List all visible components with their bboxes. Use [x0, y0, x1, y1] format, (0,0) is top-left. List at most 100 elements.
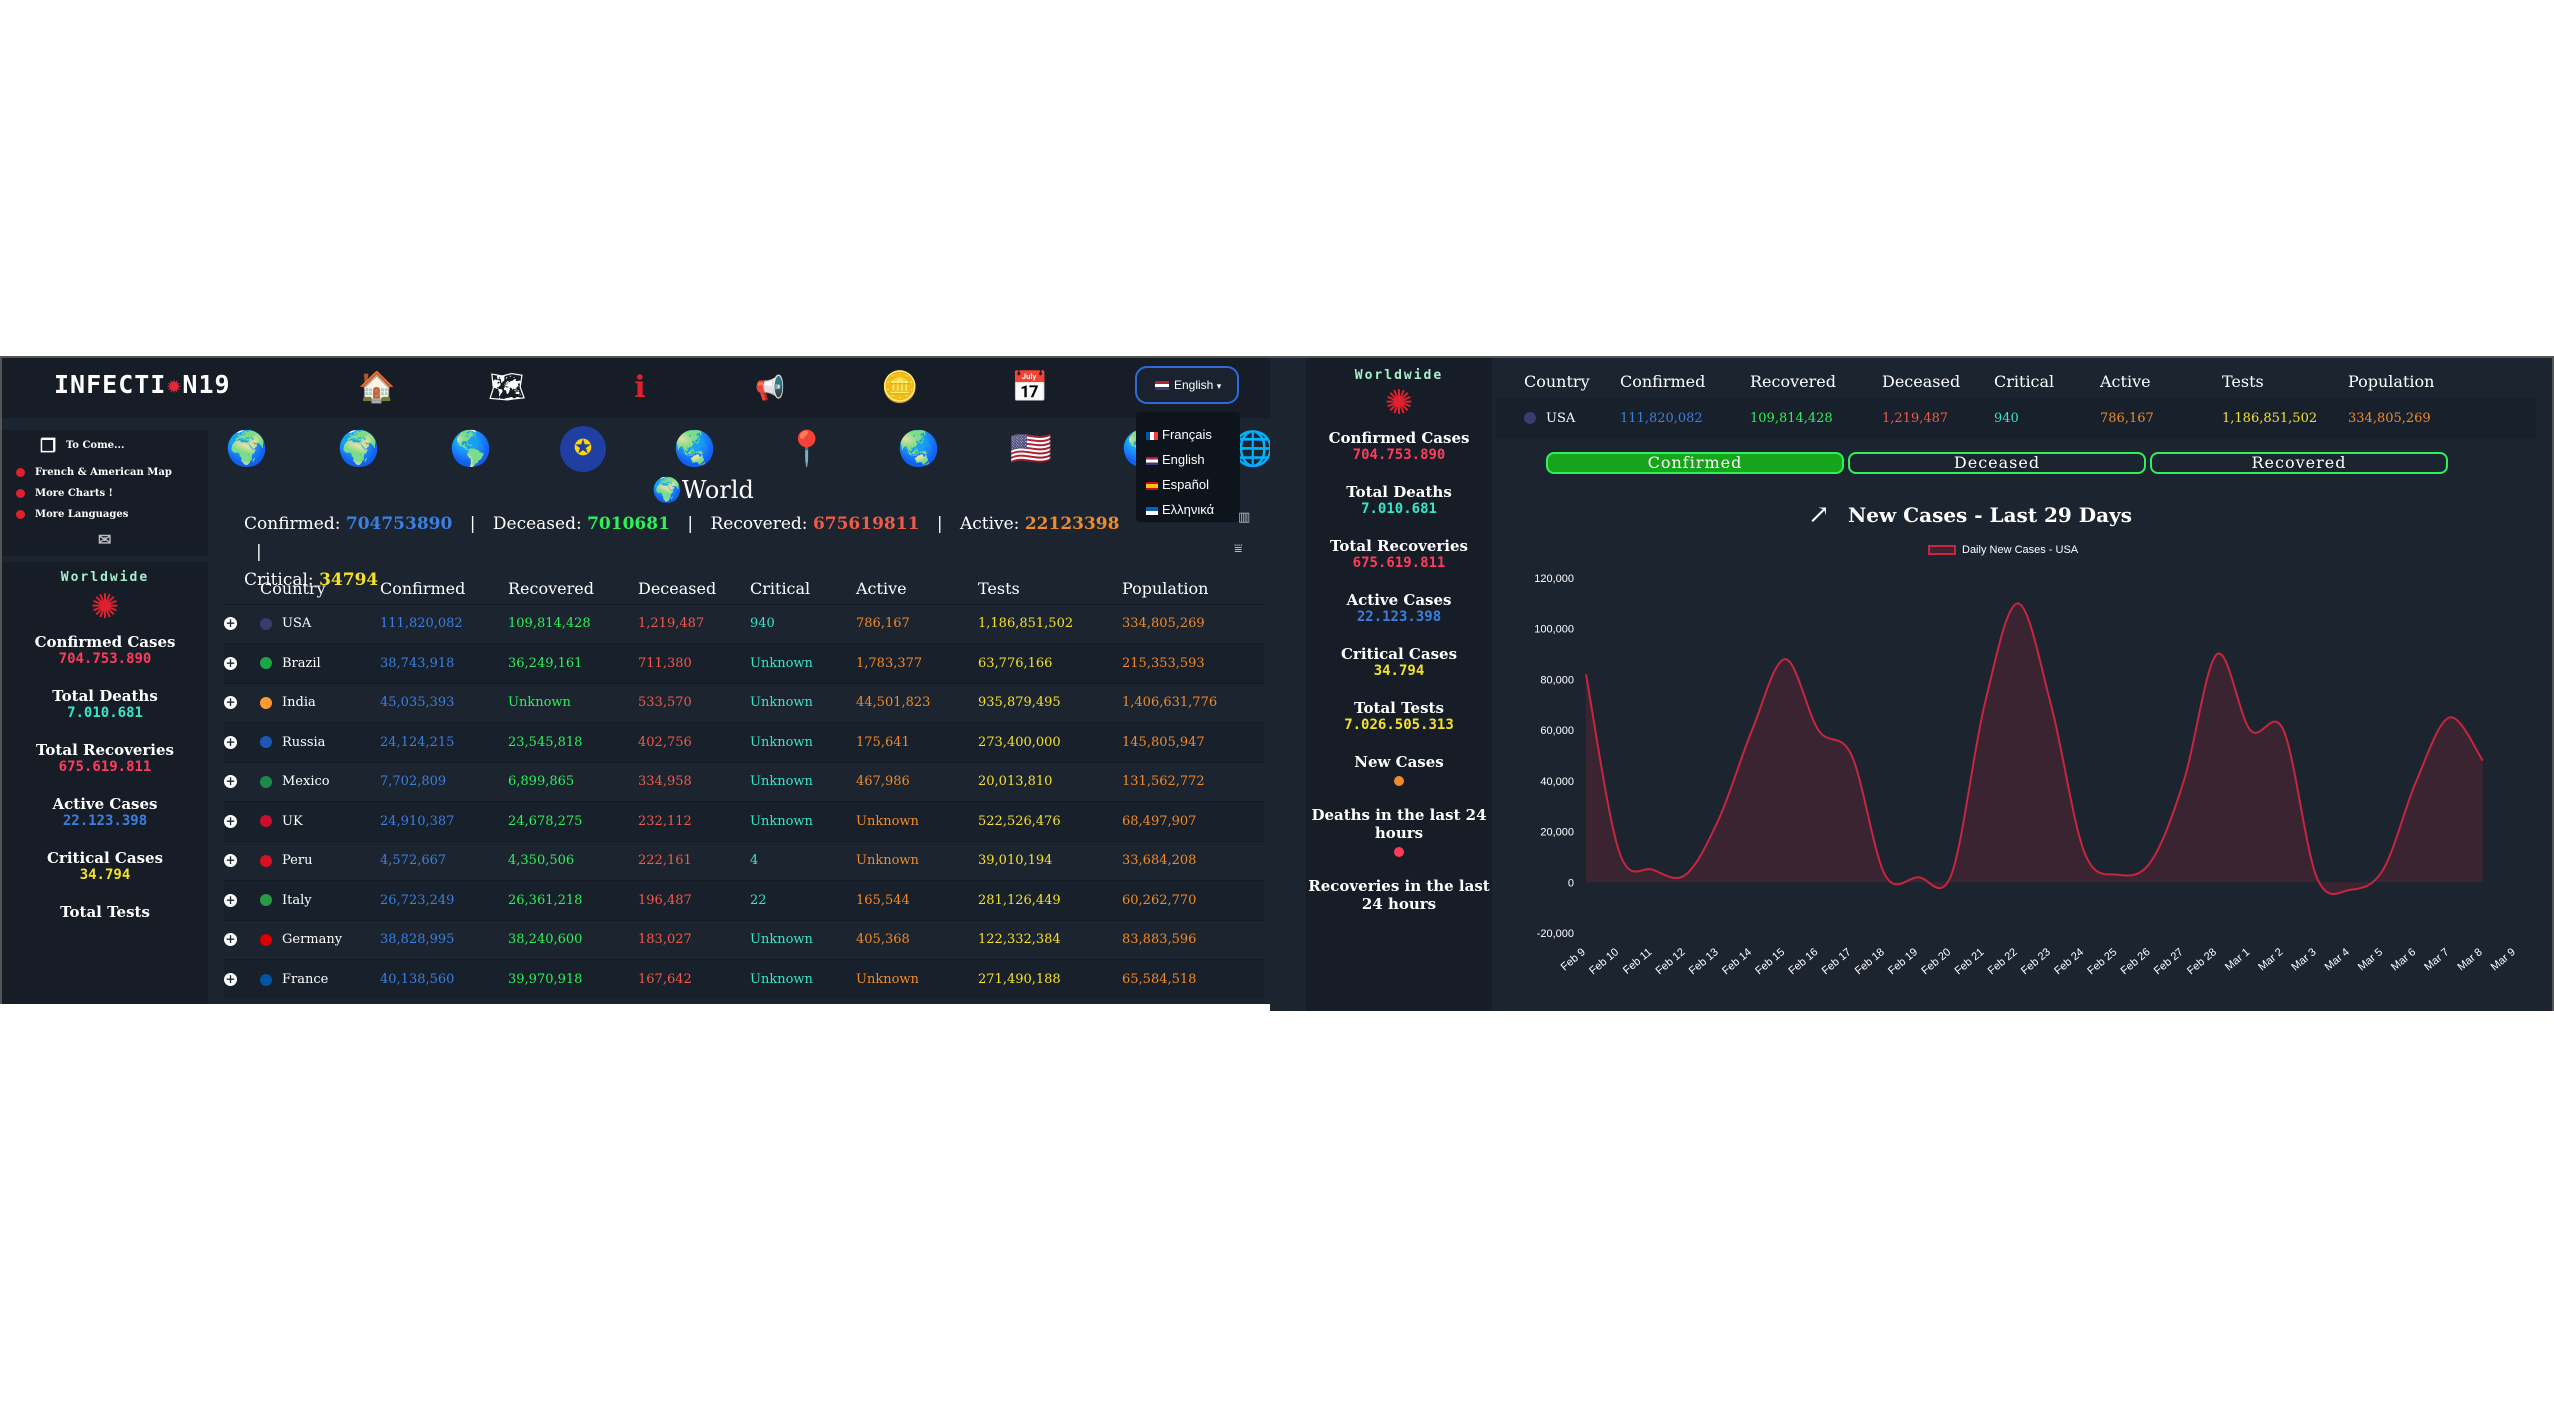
x-tick-label: Feb 28: [2185, 946, 2219, 977]
south-america-icon[interactable]: 🌎: [448, 426, 494, 472]
info-icon[interactable]: ℹ: [620, 368, 660, 408]
recovered-cell: 6,899,865: [508, 774, 575, 790]
column-header-recovered[interactable]: Recovered: [508, 574, 638, 604]
column-header-recovered[interactable]: Recovered: [1750, 364, 1882, 398]
x-tick-label: Feb 11: [1621, 946, 1654, 977]
total-recoveries-value: 675.619.811: [1352, 555, 1446, 571]
asia-icon[interactable]: 🌏: [672, 426, 718, 472]
expand-plus-icon[interactable]: +: [224, 735, 237, 749]
table-row[interactable]: USA 111,820,082 109,814,428 1,219,487 94…: [1496, 398, 2536, 438]
expand-plus-icon[interactable]: +: [224, 893, 237, 907]
africa-icon[interactable]: 🌍: [336, 426, 382, 472]
critical-cell: Unknown: [750, 695, 813, 711]
language-option-espanol[interactable]: Español: [1136, 472, 1240, 497]
column-header-confirmed[interactable]: Confirmed: [1620, 364, 1750, 398]
expand-plus-icon[interactable]: +: [224, 854, 237, 868]
language-option-greek[interactable]: Ελληνικά: [1136, 497, 1240, 522]
usa-flag-map-icon[interactable]: 🇺🇸: [1008, 426, 1054, 472]
column-header-confirmed[interactable]: Confirmed: [380, 574, 508, 604]
language-option-francais[interactable]: Français: [1136, 422, 1240, 447]
tab-recovered[interactable]: Recovered: [2150, 452, 2448, 474]
language-label: Ελληνικά: [1162, 502, 1215, 517]
globe-icon[interactable]: 🌍: [224, 426, 270, 472]
language-option-english[interactable]: English: [1136, 447, 1240, 472]
critical-cell: 4: [750, 853, 759, 869]
expand-plus-icon[interactable]: +: [224, 973, 237, 986]
expand-plus-icon[interactable]: +: [224, 775, 237, 789]
table-row[interactable]: + Germany 38,828,995 38,240,600 183,027 Unkno…: [224, 920, 1264, 960]
calendar-icon[interactable]: 📅: [1010, 368, 1050, 408]
tab-confirmed[interactable]: Confirmed: [1546, 452, 1844, 474]
country-flag-icon: [260, 854, 272, 867]
confirmed-cell: 4,572,667: [380, 853, 447, 869]
column-header-critical[interactable]: Critical: [1994, 364, 2100, 398]
country-cell: Italy: [260, 881, 380, 921]
chart-legend[interactable]: Daily New Cases - USA: [1928, 544, 2078, 556]
filter-icon[interactable]: ⩸: [1234, 541, 1243, 557]
europe-icon[interactable]: ✪: [560, 426, 606, 472]
bullet-icon: [16, 489, 25, 498]
language-select[interactable]: English ▾: [1135, 366, 1239, 404]
column-header-population[interactable]: Population: [1122, 574, 1264, 604]
bars-icon[interactable]: ▥: [1238, 510, 1250, 525]
coins-icon[interactable]: 🪙: [880, 368, 920, 408]
map-pin-icon[interactable]: 📍: [784, 426, 830, 472]
tests-cell: 39,010,194: [978, 853, 1053, 869]
y-tick-label: 80,000: [1540, 674, 1574, 686]
menu-item-french-american-map[interactable]: French & American Map: [16, 464, 172, 482]
mail-icon[interactable]: ✉: [98, 530, 111, 549]
column-header-population[interactable]: Population: [2348, 364, 2536, 398]
app-logo[interactable]: INFECTI✹N19: [54, 370, 231, 399]
table-row[interactable]: + Russia 24,124,215 23,545,818 402,756 Unknow…: [224, 722, 1264, 762]
table-row[interactable]: + USA 111,820,082 109,814,428 1,219,487 940 78…: [224, 604, 1264, 644]
recovered-cell: 36,249,161: [508, 655, 583, 671]
main-dashboard-panel: INFECTI✹N19 🏠 🗺 ℹ 📢 🪙 📅 English ▾ 🌍 🌍 🌎 …: [0, 356, 1270, 1004]
confirmed-cell: 111,820,082: [1620, 410, 1703, 426]
column-header-active[interactable]: Active: [856, 574, 978, 604]
world-deceased-label: Deceased:: [492, 514, 582, 534]
table-row[interactable]: + Brazil 38,743,918 36,249,161 711,380 Unknow…: [224, 643, 1264, 683]
x-tick-label: Feb 24: [2052, 946, 2086, 977]
column-header-country[interactable]: Country: [260, 574, 380, 604]
x-tick-label: Mar 9: [2489, 946, 2518, 973]
language-label: Français: [1162, 427, 1212, 442]
expand-plus-icon[interactable]: +: [224, 617, 237, 631]
column-header-country[interactable]: Country: [1496, 364, 1620, 398]
oceania-icon[interactable]: 🌏: [896, 426, 942, 472]
column-header-tests[interactable]: Tests: [2222, 364, 2348, 398]
table-row[interactable]: + France 40,138,560 39,970,918 167,642 Unknow…: [224, 959, 1264, 999]
table-row[interactable]: + India 45,035,393 Unknown 533,570 Unknown 44,…: [224, 683, 1264, 723]
legend-label: Daily New Cases - USA: [1962, 544, 2079, 556]
expand-plus-icon[interactable]: +: [224, 656, 237, 670]
column-header-deceased[interactable]: Deceased: [638, 574, 750, 604]
table-row[interactable]: + Mexico 7,702,809 6,899,865 334,958 Unknown 4…: [224, 762, 1264, 802]
column-header-tests[interactable]: Tests: [978, 574, 1122, 604]
table-row[interactable]: + UK 24,910,387 24,678,275 232,112 Unknown Unk…: [224, 801, 1264, 841]
map-icon[interactable]: 🗺: [487, 368, 527, 408]
home-icon[interactable]: 🏠: [357, 368, 397, 408]
deceased-cell: 533,570: [638, 695, 692, 711]
tab-deceased[interactable]: Deceased: [1848, 452, 2146, 474]
tests-cell: 1,186,851,502: [978, 616, 1074, 632]
confirmed-cell: 24,124,215: [380, 734, 455, 750]
x-tick-label: Mar 8: [2455, 946, 2484, 973]
table-row[interactable]: + Peru 4,572,667 4,350,506 222,161 4 Unknown 39…: [224, 841, 1264, 881]
critical-cases-value: 34.794: [79, 867, 131, 883]
expand-plus-icon[interactable]: +: [224, 933, 237, 947]
menu-item-more-languages[interactable]: More Languages: [16, 506, 128, 524]
country-cell: India: [260, 683, 380, 723]
column-header-deceased[interactable]: Deceased: [1882, 364, 1994, 398]
active-cell: Unknown: [856, 853, 919, 869]
menu-item-more-charts[interactable]: More Charts !: [16, 485, 113, 503]
expand-plus-icon[interactable]: +: [224, 814, 237, 828]
language-label: Español: [1162, 477, 1209, 492]
to-come-menu: ❐ To Come... French & American Map More …: [2, 430, 208, 556]
worldwide-stats-sidebar: Worldwide ✺ Confirmed Cases 704.753.890 …: [2, 562, 208, 1004]
bullet-icon: [16, 510, 25, 519]
megaphone-icon[interactable]: 📢: [750, 368, 790, 408]
expand-plus-icon[interactable]: +: [224, 696, 237, 710]
column-header-critical[interactable]: Critical: [750, 574, 856, 604]
x-tick-label: Mar 5: [2356, 946, 2385, 973]
table-row[interactable]: + Italy 26,723,249 26,361,218 196,487 22 165,5…: [224, 880, 1264, 921]
column-header-active[interactable]: Active: [2100, 364, 2222, 398]
